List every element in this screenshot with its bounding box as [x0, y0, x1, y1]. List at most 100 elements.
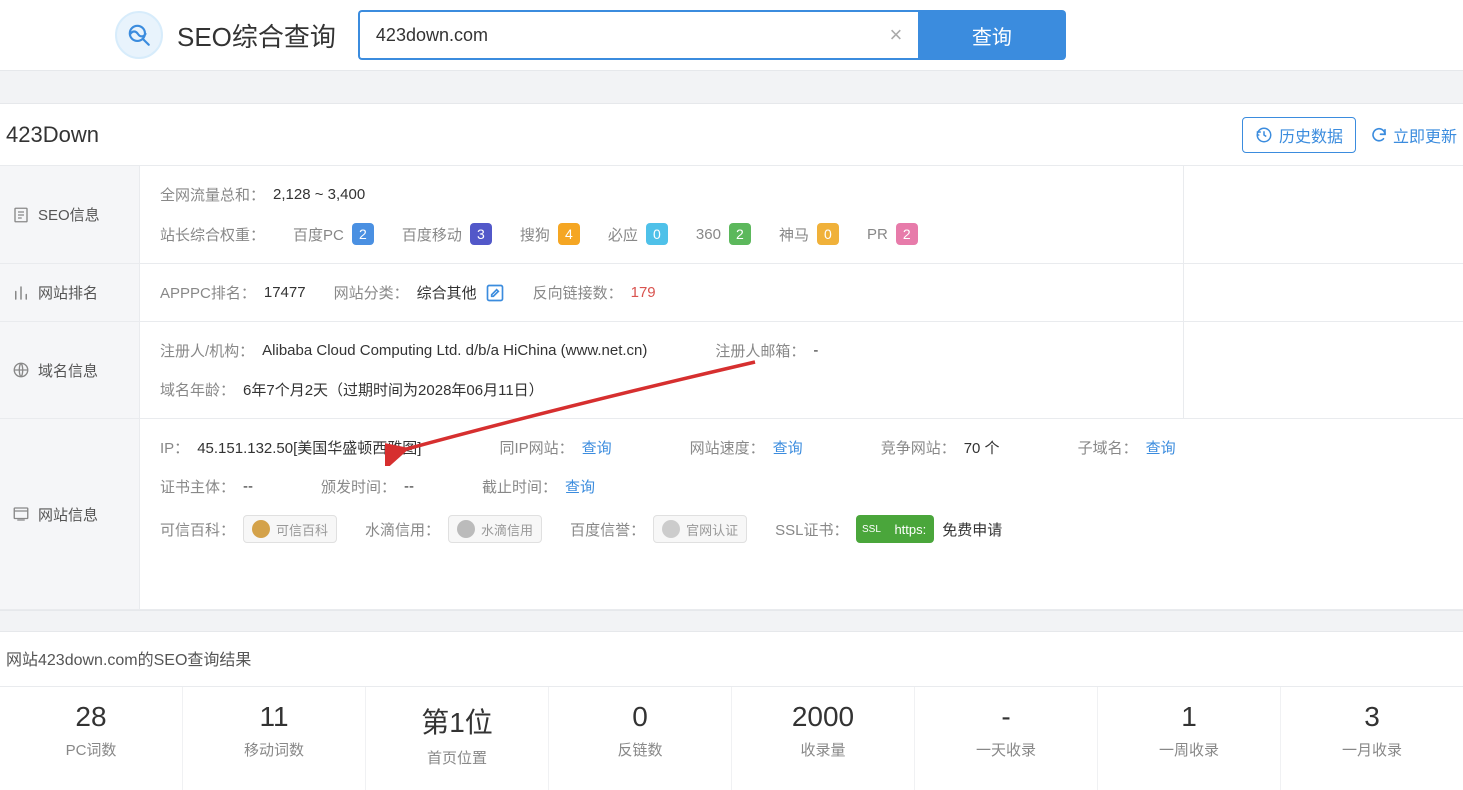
stat-number: 2000 [732, 701, 914, 733]
document-icon [12, 206, 30, 224]
weight-item-name: 百度移动 [402, 224, 462, 245]
clear-icon[interactable]: × [884, 23, 908, 47]
stat-item[interactable]: 11 移动词数 [182, 687, 365, 790]
stat-caption: 一周收录 [1098, 739, 1280, 760]
end-query-link[interactable]: 查询 [565, 476, 595, 497]
trust-badge[interactable]: 可信百科 [243, 515, 337, 543]
category-value: 综合其他 [417, 282, 477, 303]
baidu-credit-label: 百度信誉： [570, 519, 645, 540]
compete-value: 70 个 [964, 437, 1000, 458]
page-title: 423Down [0, 122, 99, 148]
refresh-icon [1370, 126, 1388, 144]
info-icon [12, 505, 30, 523]
age-label: 域名年龄： [160, 379, 235, 400]
speed-query-link[interactable]: 查询 [773, 437, 803, 458]
sameip-label: 同IP网站： [499, 437, 573, 458]
apppc-value: 17477 [264, 284, 306, 301]
compete-label: 竞争网站： [881, 437, 956, 458]
baidu-credit-badge[interactable]: 官网认证 [653, 515, 747, 543]
ip-label: IP： [160, 437, 189, 458]
search-button[interactable]: 查询 [918, 10, 1066, 60]
weight-item-name: 必应 [608, 224, 638, 245]
stat-item[interactable]: 1 一周收录 [1097, 687, 1280, 790]
stat-caption: 首页位置 [366, 747, 548, 768]
stat-caption: PC词数 [0, 739, 182, 760]
traffic-label: 全网流量总和： [160, 184, 265, 205]
ssl-shield-icon: SSL [856, 515, 886, 543]
ssl-badge[interactable]: SSLhttps: [856, 515, 934, 543]
subdomain-query-link[interactable]: 查询 [1146, 437, 1176, 458]
ssl-apply-link[interactable]: 免费申请 [942, 519, 1002, 540]
stat-number: 11 [183, 701, 365, 733]
weight-badge[interactable]: 2 [896, 223, 918, 245]
stat-number: - [915, 701, 1097, 733]
globe-icon [12, 361, 30, 379]
stat-item[interactable]: 第1位首页位置 [365, 687, 548, 790]
registrant-label: 注册人/机构： [160, 340, 254, 361]
weight-badge[interactable]: 0 [646, 223, 668, 245]
stat-caption: 移动词数 [183, 739, 365, 760]
weight-badge[interactable]: 2 [729, 223, 751, 245]
stat-number: 1 [1098, 701, 1280, 733]
end-label: 截止时间： [482, 476, 557, 497]
results-heading: 网站423down.com的SEO查询结果 [0, 632, 1463, 687]
stat-item[interactable]: 28 PC词数 [0, 687, 182, 790]
stat-number: 3 [1281, 701, 1463, 733]
stat-number: 0 [549, 701, 731, 733]
shuidi-label: 水滴信用： [365, 519, 440, 540]
weight-item-name: PR [867, 226, 888, 243]
refresh-link[interactable]: 立即更新 [1370, 123, 1457, 147]
apppc-label: APPPC排名： [160, 282, 256, 303]
sameip-query-link[interactable]: 查询 [582, 437, 612, 458]
bars-icon [12, 284, 30, 302]
stat-caption: 反链数 [549, 739, 731, 760]
backlink-value: 179 [631, 284, 656, 301]
email-label: 注册人邮箱： [715, 340, 805, 361]
stat-number: 第1位 [366, 701, 548, 741]
category-label: 网站分类： [334, 282, 409, 303]
paw-icon [662, 520, 680, 538]
registrant-value: Alibaba Cloud Computing Ltd. d/b/a HiChi… [262, 342, 647, 359]
weight-item-name: 搜狗 [520, 224, 550, 245]
weight-badge[interactable]: 4 [558, 223, 580, 245]
shuidi-badge[interactable]: 水滴信用 [448, 515, 542, 543]
brand-title: SEO综合查询 [177, 17, 336, 54]
section-rank-label: 网站排名 [0, 264, 140, 321]
history-icon [1255, 126, 1273, 144]
ip-value: 45.151.132.50[美国华盛顿西雅图] [197, 437, 421, 458]
edit-icon[interactable] [485, 283, 505, 303]
section-domain-label: 域名信息 [0, 322, 140, 418]
stat-caption: 一天收录 [915, 739, 1097, 760]
age-value: 6年7个月2天（过期时间为2028年06月11日） [243, 379, 544, 400]
weight-badge[interactable]: 0 [817, 223, 839, 245]
weight-badge[interactable]: 2 [352, 223, 374, 245]
search-input[interactable] [360, 12, 918, 58]
logo-icon [115, 11, 163, 59]
stat-item[interactable]: - 一天收录 [914, 687, 1097, 790]
weight-item-name: 360 [696, 226, 721, 243]
shield-small-icon [252, 520, 270, 538]
cert-subject-label: 证书主体： [160, 476, 235, 497]
stat-item[interactable]: 0 反链数 [548, 687, 731, 790]
ssl-label: SSL证书： [775, 519, 848, 540]
weight-badge[interactable]: 3 [470, 223, 492, 245]
weight-item-name: 百度PC [293, 224, 344, 245]
stat-caption: 收录量 [732, 739, 914, 760]
stat-number: 28 [0, 701, 182, 733]
stat-item[interactable]: 3一月收录 [1280, 687, 1463, 790]
weight-label: 站长综合权重： [160, 224, 265, 245]
history-button[interactable]: 历史数据 [1242, 117, 1356, 153]
email-value: - [813, 342, 818, 359]
cert-subject-value: -- [243, 478, 253, 495]
stat-item[interactable]: 2000 收录量 [731, 687, 914, 790]
drop-icon [457, 520, 475, 538]
section-seo-label: SEO信息 [0, 166, 140, 263]
issue-label: 颁发时间： [321, 476, 396, 497]
traffic-value: 2,128 ~ 3,400 [273, 186, 365, 203]
weight-item-name: 神马 [779, 224, 809, 245]
subdomain-label: 子域名： [1078, 437, 1138, 458]
backlink-label: 反向链接数： [533, 282, 623, 303]
trust-label: 可信百科： [160, 519, 235, 540]
section-site-label: 网站信息 [0, 419, 140, 609]
search-box: × [358, 10, 918, 60]
